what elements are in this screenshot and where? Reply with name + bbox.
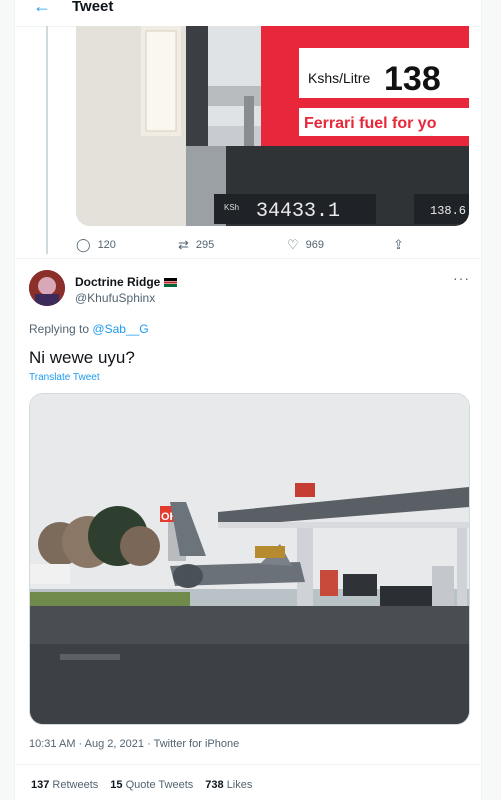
likes-stat[interactable]: 738 Likes [205, 779, 252, 791]
tweet-time[interactable]: 10:31 AM [29, 738, 75, 750]
retweets-stat[interactable]: 137 Retweets [31, 779, 98, 791]
sign-price: 138 [384, 60, 441, 98]
author-name[interactable]: Doctrine Ridge [75, 275, 178, 289]
replying-to: Replying to @Sab__G [29, 322, 149, 336]
tweet-date[interactable]: Aug 2, 2021 [85, 738, 144, 750]
thread-connector [46, 26, 48, 254]
avatar[interactable] [29, 270, 65, 306]
tweet-source[interactable]: Twitter for iPhone [154, 738, 240, 750]
replying-to-link[interactable]: @Sab__G [92, 322, 148, 336]
divider [15, 258, 481, 259]
heart-icon: ♡ [287, 237, 299, 252]
quoted-tweet-photo[interactable]: Kshs/Litre 138 Ferrari fuel for yo KSh 3… [76, 26, 469, 226]
tweet-photo[interactable]: OK [29, 393, 470, 725]
tweet-meta: 10:31 AM · Aug 2, 2021 · Twitter for iPh… [29, 738, 240, 750]
pump-price: 138.6 [430, 204, 466, 218]
like-action[interactable]: ♡ 969 [287, 237, 324, 253]
translate-link[interactable]: Translate Tweet [29, 372, 100, 383]
sign-banner: Ferrari fuel for yo [304, 115, 437, 132]
quote-tweets-stat[interactable]: 15 Quote Tweets [110, 779, 193, 791]
page-title: Tweet [72, 0, 114, 15]
author-handle[interactable]: @KhufuSphinx [75, 291, 155, 305]
share-action[interactable]: ⇪ [393, 237, 404, 253]
tweet-stats: 137 Retweets 15 Quote Tweets 738 Likes [31, 779, 252, 791]
arrow-left-icon[interactable]: ← [33, 0, 51, 17]
kenya-flag-icon [164, 278, 178, 288]
reply-action[interactable]: ◯ 120 [76, 237, 116, 253]
retweet-icon: ⇄ [178, 237, 189, 252]
reply-icon: ◯ [76, 237, 91, 252]
pump-amount: 34433.1 [256, 200, 340, 223]
tweet-column: ← Tweet Kshs/Litre 138 Ferrari fuel for … [14, 0, 482, 800]
more-options-icon[interactable]: ··· [453, 270, 470, 286]
pump-label: KSh [224, 203, 239, 212]
retweet-action[interactable]: ⇄ 295 [178, 237, 214, 253]
tweet-text: Ni wewe uyu? [29, 348, 135, 367]
sign-unit: Kshs/Litre [308, 70, 370, 86]
page-header: ← Tweet [15, 0, 481, 27]
share-icon: ⇪ [393, 237, 404, 252]
divider [15, 764, 481, 765]
